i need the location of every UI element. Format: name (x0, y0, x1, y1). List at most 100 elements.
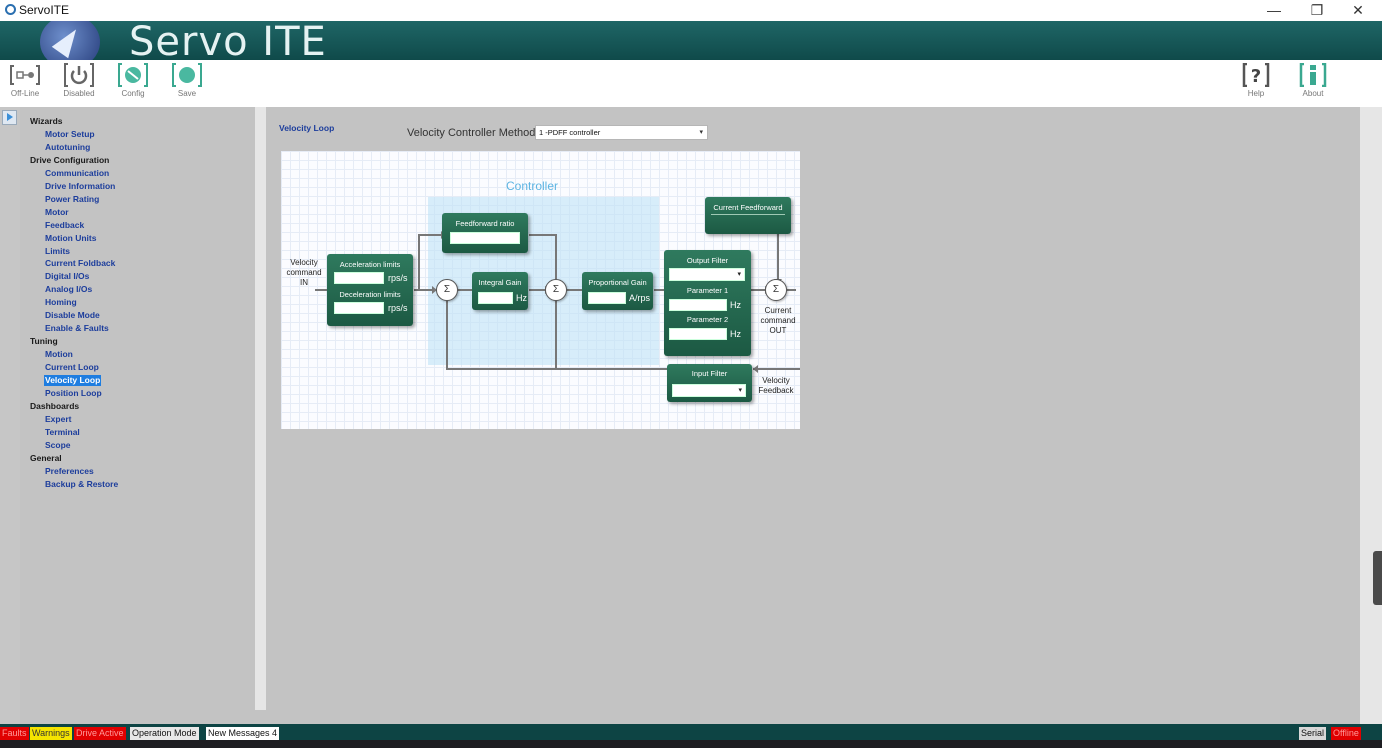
nav-item-position-loop[interactable]: Position Loop (44, 388, 103, 399)
method-label: Velocity Controller Method (407, 127, 536, 139)
controller-label: Controller (506, 179, 559, 193)
new-messages-indicator[interactable]: New Messages 4 (206, 727, 280, 740)
info-icon (1299, 63, 1327, 87)
restore-button[interactable]: ❐ (1296, 0, 1338, 21)
page-title: Velocity Loop (279, 123, 335, 133)
close-button[interactable]: ✕ (1337, 0, 1379, 21)
toolbar: Off-Line Disabled Config Save ? Help Abo… (0, 60, 1382, 107)
power-icon (64, 63, 94, 87)
velocity-loop-diagram: Controller Velocity command IN Accelerat… (281, 151, 800, 429)
nav-item-communication[interactable]: Communication (44, 168, 110, 179)
current-ff-divider (711, 214, 785, 215)
current-feedforward-block[interactable]: Current Feedforward (705, 197, 791, 234)
nav-item-preferences[interactable]: Preferences (44, 466, 95, 477)
nav-item-enable-faults[interactable]: Enable & Faults (44, 323, 110, 334)
help-button[interactable]: ? Help (1233, 60, 1279, 106)
current-ff-title: Current Feedforward (713, 203, 783, 212)
banner: Servo ITE (0, 21, 1382, 60)
prop-unit: A/rps (629, 293, 651, 303)
output-filter-select[interactable] (669, 268, 745, 281)
accel-decel-block: Acceleration limits rps/s Deceleration l… (327, 254, 413, 326)
ff-title: Feedforward ratio (455, 219, 515, 228)
nav-item-motion[interactable]: Motion (44, 349, 74, 360)
chevron-down-icon: ▾ (699, 129, 703, 136)
accel-unit: rps/s (388, 273, 408, 283)
operation-mode-indicator[interactable]: Operation Mode (130, 727, 199, 740)
svg-text:?: ? (1251, 66, 1261, 87)
output-label: Current command OUT (760, 306, 796, 335)
plug-icon (10, 65, 40, 85)
offline-button[interactable]: Off-Line (2, 60, 48, 106)
nav-item-motor-setup[interactable]: Motor Setup (44, 129, 96, 140)
serial-indicator[interactable]: Serial (1299, 727, 1327, 740)
minimize-button[interactable]: — (1253, 0, 1295, 21)
output-filter-title: Output Filter (686, 256, 729, 265)
output-filter-block: Output Filter Parameter 1 Hz Parameter 2… (664, 250, 751, 356)
nav-item-scope[interactable]: Scope (44, 440, 72, 451)
method-value: 1 -PDFF controller (539, 128, 601, 137)
prop-title: Proportional Gain (588, 278, 647, 287)
sidebar-strip (0, 107, 20, 724)
save-label: Save (177, 89, 197, 98)
nav-item-power-rating[interactable]: Power Rating (44, 194, 100, 205)
decel-unit: rps/s (388, 303, 408, 313)
accel-input[interactable] (334, 272, 384, 284)
nav-item-terminal[interactable]: Terminal (44, 427, 81, 438)
nav-item-velocity-loop[interactable]: Velocity Loop (44, 375, 102, 386)
nav-section-dashboards: Dashboards (30, 401, 80, 411)
integral-unit: Hz (516, 293, 527, 303)
input-filter-select[interactable] (672, 384, 746, 397)
side-handle[interactable] (1373, 551, 1382, 605)
faults-indicator[interactable]: Faults (0, 727, 29, 740)
method-select[interactable]: 1 -PDFF controller ▾ (535, 125, 708, 140)
nav-item-motion-units[interactable]: Motion Units (44, 233, 97, 244)
integral-block: Integral Gain Hz (472, 272, 528, 310)
warnings-indicator[interactable]: Warnings (30, 727, 72, 740)
nav-item-limits[interactable]: Limits (44, 246, 71, 257)
nav-item-motor[interactable]: Motor (44, 207, 70, 218)
input-filter-block: Input Filter (667, 364, 752, 402)
disabled-label: Disabled (63, 89, 95, 98)
nav-item-analog-i-os[interactable]: Analog I/Os (44, 284, 93, 295)
disabled-button[interactable]: Disabled (56, 60, 102, 106)
nav-section-tuning: Tuning (30, 336, 58, 346)
input-filter-title: Input Filter (691, 369, 728, 378)
drive-active-indicator[interactable]: Drive Active (74, 727, 126, 740)
config-label: Config (121, 89, 145, 98)
nav-item-backup-restore[interactable]: Backup & Restore (44, 479, 119, 490)
nav-item-expert[interactable]: Expert (44, 414, 72, 425)
param1-unit: Hz (730, 300, 741, 310)
nav-item-homing[interactable]: Homing (44, 297, 78, 308)
nav-item-current-loop[interactable]: Current Loop (44, 362, 100, 373)
nav-item-disable-mode[interactable]: Disable Mode (44, 310, 101, 321)
about-button[interactable]: About (1290, 60, 1336, 106)
param2-unit: Hz (730, 329, 741, 339)
config-button[interactable]: Config (110, 60, 156, 106)
splitter[interactable] (255, 107, 266, 710)
feedback-label: Velocity Feedback (758, 376, 794, 395)
integral-input[interactable] (478, 292, 513, 304)
nav-item-autotuning[interactable]: Autotuning (44, 142, 91, 153)
nav-section-wizards: Wizards (30, 116, 63, 126)
save-icon (172, 63, 202, 87)
ff-input[interactable] (450, 232, 520, 244)
nav-section-drive-configuration: Drive Configuration (30, 155, 110, 165)
input-label: Velocity command IN (286, 258, 322, 287)
nav-item-current-foldback[interactable]: Current Foldback (44, 258, 116, 269)
feedforward-block: Feedforward ratio (442, 213, 528, 253)
param2-input[interactable] (669, 328, 727, 340)
save-button[interactable]: Save (164, 60, 210, 106)
right-strip (1360, 107, 1382, 724)
window-title: ServoITE (19, 3, 70, 17)
expand-arrow-icon[interactable] (2, 110, 17, 125)
nav-item-feedback[interactable]: Feedback (44, 220, 85, 231)
title-bar: ServoITE — ❐ ✕ (0, 0, 1382, 21)
nav-item-drive-information[interactable]: Drive Information (44, 181, 116, 192)
param1-input[interactable] (669, 299, 727, 311)
offline-indicator[interactable]: Offline (1331, 727, 1361, 740)
sum-junction-2: Σ (545, 279, 567, 301)
proportional-block: Proportional Gain A/rps (582, 272, 653, 310)
decel-input[interactable] (334, 302, 384, 314)
prop-input[interactable] (588, 292, 626, 304)
nav-item-digital-i-os[interactable]: Digital I/Os (44, 271, 90, 282)
